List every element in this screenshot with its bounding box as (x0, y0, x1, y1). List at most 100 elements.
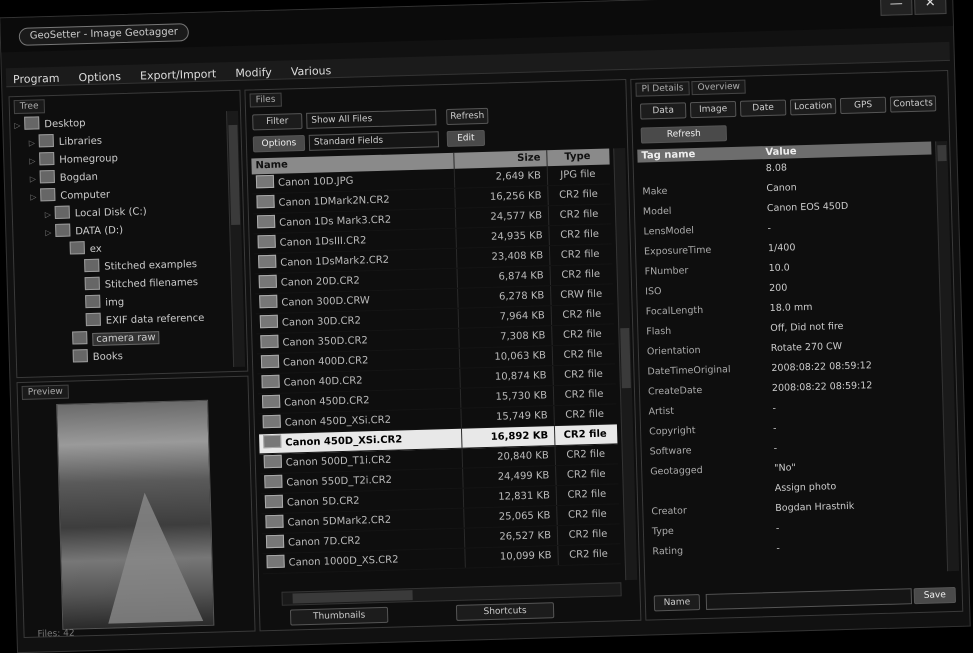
file-size-cell: 24,935 KB (456, 226, 549, 248)
file-size-cell: 7,964 KB (459, 306, 552, 328)
subtab-image[interactable]: Image (690, 101, 736, 118)
subtab-date[interactable]: Date (740, 100, 786, 117)
expand-icon[interactable]: ▷ (30, 188, 40, 206)
folder-tree: ▷Desktop▷Libraries▷Homegroup▷Bogdan▷Comp… (14, 111, 231, 373)
file-name: Canon 30D.CR2 (282, 315, 361, 328)
file-type-cell: CR2 file (552, 324, 613, 345)
menu-export-import[interactable]: Export/Import (133, 65, 224, 86)
refresh-info-button[interactable]: Refresh (641, 125, 727, 143)
file-size-cell: 16,256 KB (455, 186, 548, 208)
menu-options[interactable]: Options (71, 68, 128, 88)
file-icon (259, 295, 277, 308)
tree-node-label: Computer (60, 189, 110, 201)
file-name: Canon 450D_XSi.CR2 (285, 415, 392, 429)
expand-icon[interactable]: ▷ (45, 224, 55, 242)
folder-icon (40, 188, 55, 201)
name-combo[interactable]: Name (654, 594, 700, 611)
file-type-cell: CR2 file (550, 244, 611, 265)
file-icon (265, 515, 283, 528)
sort-select[interactable]: Standard Fields (309, 131, 439, 151)
file-type-cell: CR2 file (557, 484, 618, 505)
save-button[interactable]: Save (914, 587, 956, 604)
tree-node-label: ex (90, 244, 102, 255)
refresh-button[interactable]: Refresh (446, 108, 488, 125)
name-field[interactable] (706, 588, 912, 610)
scroll-thumb[interactable] (228, 125, 240, 225)
file-name: Canon 10D.JPG (278, 176, 354, 189)
expand-icon[interactable]: ▷ (30, 170, 40, 188)
tab-overview[interactable]: Overview (691, 80, 746, 96)
file-list: Name Size Type Canon 10D.JPG2,649 KBJPG … (251, 148, 621, 590)
mountain-shape (105, 491, 204, 624)
folder-icon (24, 116, 39, 129)
edit-button[interactable]: Edit (447, 130, 485, 147)
folder-icon (85, 295, 100, 308)
file-name: Canon 1DMark2N.CR2 (278, 195, 389, 209)
file-icon (260, 315, 278, 328)
subtab-location[interactable]: Location (790, 98, 836, 115)
scroll-thumb[interactable] (937, 145, 946, 161)
file-icon (256, 195, 274, 208)
scroll-thumb[interactable] (293, 590, 413, 603)
file-type-cell: CR2 file (558, 524, 619, 545)
shortcuts-button[interactable]: Shortcuts (456, 602, 554, 621)
options-button[interactable]: Options (253, 135, 305, 152)
file-size-cell: 20,840 KB (463, 446, 556, 468)
tab-tree[interactable]: Tree (14, 99, 45, 114)
menu-program[interactable]: Program (6, 70, 67, 90)
file-icon (261, 375, 279, 388)
file-size-cell: 7,308 KB (459, 326, 552, 348)
file-type-cell: CR2 file (554, 384, 615, 405)
file-size-cell: 25,065 KB (464, 506, 557, 528)
menu-modify[interactable]: Modify (228, 64, 279, 83)
file-name: Canon 300D.CRW (281, 295, 370, 308)
scroll-thumb[interactable] (620, 328, 631, 388)
file-icon (265, 495, 283, 508)
folder-icon (39, 134, 54, 147)
thumbnails-button[interactable]: Thumbnails (290, 607, 388, 626)
filter-button[interactable]: Filter (252, 113, 302, 130)
file-type-cell: CR2 file (549, 204, 610, 225)
file-size-cell: 24,499 KB (463, 466, 556, 488)
folder-icon (40, 170, 55, 183)
folder-icon (70, 241, 85, 254)
file-name: Canon 5DMark2.CR2 (287, 515, 391, 529)
tree-node-label: EXIF data reference (106, 313, 205, 327)
file-size-cell: 10,099 KB (465, 546, 558, 568)
file-icon (259, 275, 277, 288)
file-icon (260, 335, 278, 348)
file-icon (258, 255, 276, 268)
title-bar: GeoSetter - Image Geotagger — ✕ (0, 0, 953, 52)
expand-icon[interactable]: ▷ (14, 117, 24, 135)
expand-icon[interactable]: ▷ (45, 206, 55, 224)
file-name: Canon 1Ds Mark3.CR2 (279, 215, 391, 229)
file-type-cell: CRW file (551, 284, 612, 305)
file-type-cell: CR2 file (558, 544, 619, 565)
tree-node-label: camera raw (92, 331, 160, 346)
column-type[interactable]: Type (547, 149, 607, 167)
tab-preview[interactable]: Preview (22, 385, 69, 400)
file-name: Canon 500D_T1i.CR2 (286, 455, 392, 469)
file-icon (263, 435, 281, 448)
folder-icon (55, 206, 70, 219)
subtab-data[interactable]: Data (640, 102, 686, 119)
file-name: Canon 400D.CR2 (283, 355, 369, 368)
tree-panel: Tree ▷Desktop▷Libraries▷Homegroup▷Bogdan… (9, 90, 249, 378)
expand-icon[interactable]: ▷ (29, 134, 39, 152)
tab-files[interactable]: Files (250, 93, 282, 108)
tag-name: Rating (648, 539, 773, 562)
filter-select[interactable]: Show All Files (306, 109, 436, 129)
file-type-cell: CR2 file (553, 344, 614, 365)
file-name: Canon 7D.CR2 (288, 536, 361, 549)
file-size-cell: 6,874 KB (458, 266, 551, 288)
tree-node-label: Stitched examples (104, 259, 197, 273)
menu-various[interactable]: Various (284, 62, 339, 82)
minimize-button[interactable]: — (880, 0, 913, 16)
subtab-gps[interactable]: GPS (840, 97, 886, 114)
tab-details[interactable]: Pl Details (635, 81, 689, 97)
close-button[interactable]: ✕ (914, 0, 947, 15)
subtab-contacts[interactable]: Contacts (890, 95, 936, 112)
tree-node-label: Libraries (59, 136, 102, 148)
expand-icon[interactable]: ▷ (29, 152, 39, 170)
folder-icon (73, 349, 88, 362)
